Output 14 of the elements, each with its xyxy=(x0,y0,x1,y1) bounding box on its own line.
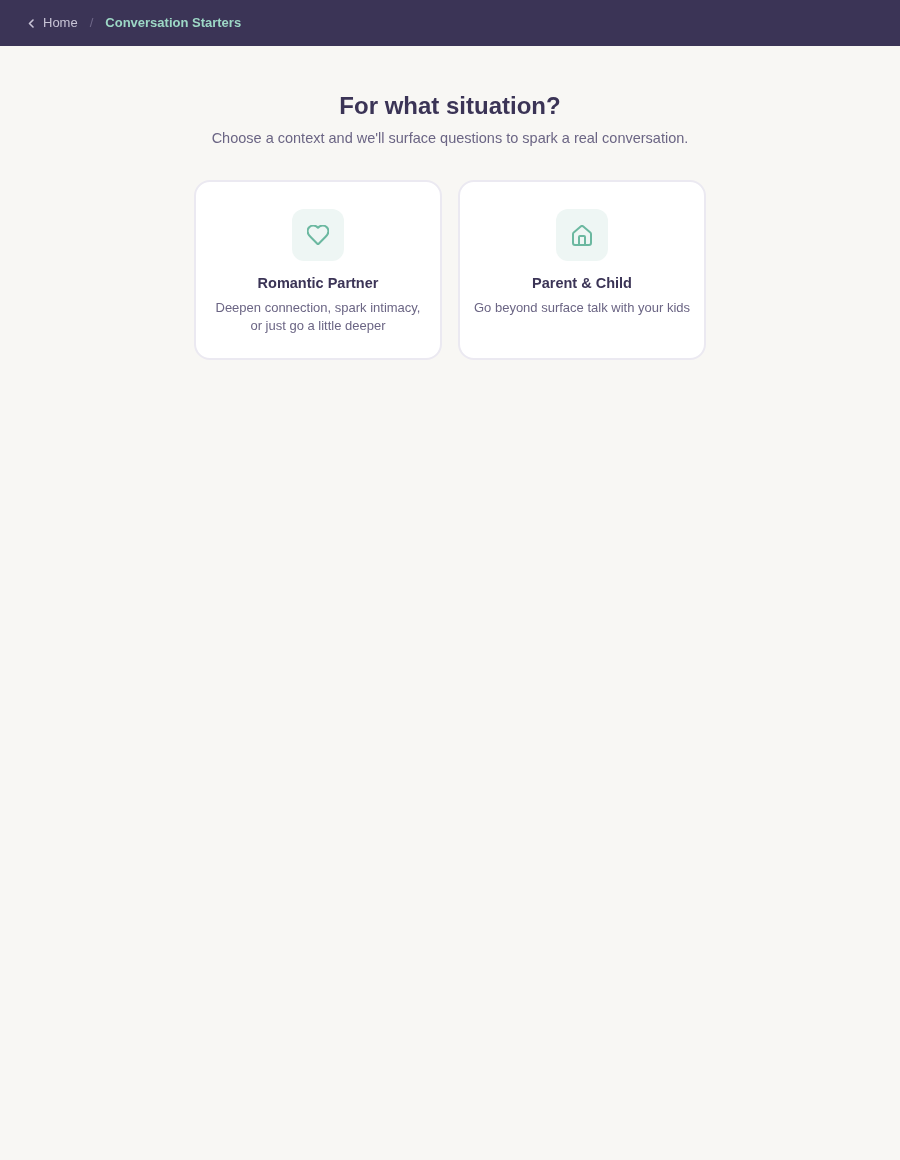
page-subtitle: Choose a context and we'll surface questions to spark a real conversation. xyxy=(211,129,689,148)
situation-card[interactable]: Romantic Partner Deepen connection, spark intimacy, or just go a little deeper xyxy=(194,180,442,360)
current-page: Conversation Starters xyxy=(105,14,242,33)
card-title: Parent & Child xyxy=(532,274,632,293)
home-link[interactable]: Home xyxy=(28,13,78,33)
page-title: For what situation? xyxy=(339,91,561,121)
card-description: Go beyond surface talk with your kids xyxy=(473,299,691,317)
card-description: Deepen connection, spark intimacy, or just go a little deeper xyxy=(214,299,422,335)
card-title: Romantic Partner xyxy=(257,274,379,293)
heart-icon xyxy=(307,225,329,245)
breadcrumb-separator: / xyxy=(89,14,94,33)
house-icon xyxy=(572,224,592,246)
situation-card[interactable]: Parent & Child Go beyond surface talk with your kids xyxy=(458,180,706,360)
chevron-left-icon xyxy=(28,18,34,28)
